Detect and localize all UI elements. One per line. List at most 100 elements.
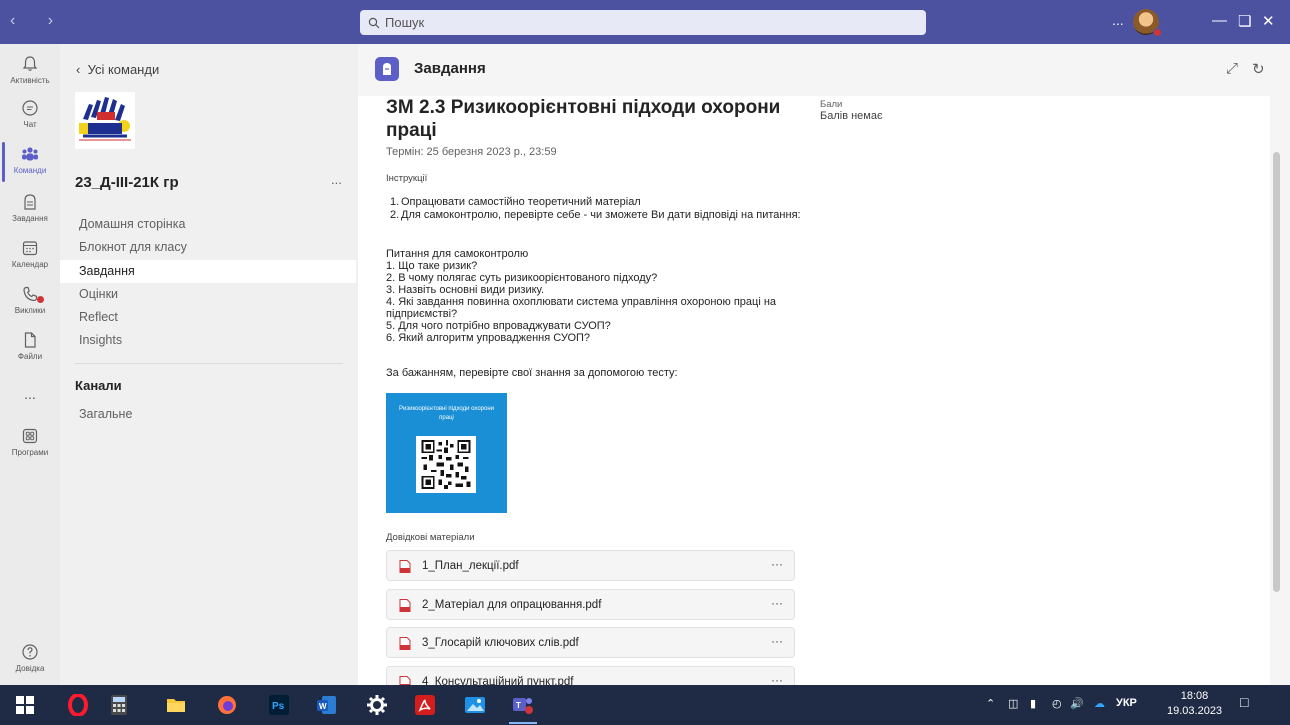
points-label: Бали [820,99,843,110]
test-card-title: Ризикоорієнтовні підходи охорони праці [398,406,494,421]
file-more-button[interactable]: ··· [771,557,783,571]
question: 3. Назвіть основні види ризику. [386,284,545,296]
rail-label: Чат [23,120,37,129]
expand-icon[interactable]: ⤢ [1226,60,1238,77]
active-app-indicator [509,722,537,724]
file-more-button[interactable]: ··· [771,634,783,648]
question: 4. Які завдання повинна охоплювати систе… [386,296,777,320]
nav-assignments[interactable]: Завдання [60,260,356,283]
rail-item-calls[interactable]: Виклики [0,284,60,315]
notifications-icon[interactable]: □ [1240,694,1248,710]
scrollbar-thumb[interactable] [1273,152,1280,592]
qr-code-icon [416,436,476,493]
question: 6. Який алгоритм упровадження СУОП? [386,332,591,344]
refresh-icon[interactable]: ↻ [1252,60,1265,78]
rail-item-calendar[interactable]: Календар [0,238,60,269]
rail-label: Програми [11,448,49,457]
wifi-icon[interactable]: ◴ [1052,697,1062,710]
tray-chevron-up-icon[interactable]: ⌃ [986,697,995,710]
reference-file[interactable]: 1_План_лекції.pdf ··· [386,550,795,581]
taskbar-clock[interactable]: 18:08 19.03.2023 [1167,689,1222,719]
language-indicator[interactable]: УКР [1116,697,1137,709]
calculator-icon[interactable] [108,694,130,716]
rail-item-teams[interactable]: Команди [0,144,60,175]
team-more-button[interactable]: ... [331,172,342,187]
rail-label: Виклики [14,306,46,315]
reference-file[interactable]: 2_Матеріал для опрацювання.pdf ··· [386,589,795,620]
photoshop-icon[interactable]: Ps [268,694,290,716]
nav-home[interactable]: Домашня сторінка [60,213,356,236]
rail-label: Календар [11,260,49,269]
divider [75,363,343,364]
maximize-button[interactable]: ❏ [1238,12,1251,30]
meet-now-icon[interactable]: ◫ [1008,697,1018,710]
rail-item-activity[interactable]: Активність [0,54,60,85]
opera-icon[interactable] [67,694,89,716]
firefox-icon[interactable] [216,694,238,716]
svg-text:T: T [516,701,521,710]
teams-icon [22,147,38,161]
nav-insights[interactable]: Insights [60,329,356,352]
volume-icon[interactable]: 🔊 [1070,697,1084,710]
instructions-label: Інструкції [386,173,428,184]
clock-time: 18:08 [1180,690,1209,702]
file-name: 4_Консультаційний пункт.pdf [422,676,574,685]
rail-item-assignments[interactable]: Завдання [0,192,60,223]
file-name: 3_Глосарій ключових слів.pdf [422,637,579,649]
search-input[interactable]: Пошук [360,10,926,35]
channel-general[interactable]: Загальне [79,407,132,421]
nav-reflect[interactable]: Reflect [60,306,356,329]
pdf-file-icon [399,637,411,650]
calendar-icon [22,241,38,256]
file-more-button[interactable]: ··· [771,596,783,610]
rail-label: Активність [10,76,50,85]
file-more-button[interactable]: ··· [771,673,783,685]
photos-icon[interactable] [464,694,486,716]
teams-taskbar-icon[interactable]: T [512,694,534,716]
points-value: Балів немає [820,110,883,122]
assignment-details: ЗМ 2.3 Ризикоорієнтовні підходи охорони … [358,96,1270,685]
assignment-due-date: Термін: 25 березня 2023 р., 23:59 [386,146,557,158]
windows-start-icon[interactable] [14,694,36,716]
file-name: 2_Матеріал для опрацювання.pdf [422,599,602,611]
nav-grades[interactable]: Оцінки [60,283,356,306]
settings-gear-icon[interactable] [366,694,388,716]
word-icon[interactable]: W [316,694,338,716]
rail-label: Файли [17,352,43,361]
test-qr-image[interactable]: Ризикоорієнтовні підходи охорони праці [386,393,507,513]
rail-item-chat[interactable]: Чат [0,98,60,129]
reference-file[interactable]: 4_Консультаційний пункт.pdf ··· [386,666,795,685]
back-forward-buttons[interactable]: ‹ › [10,12,67,30]
svg-text:W: W [319,702,327,711]
chevron-left-icon: ‹ [76,62,88,77]
reference-materials-label: Довідкові матеріали [386,532,475,543]
all-teams-link[interactable]: ‹ Усі команди [76,62,159,77]
nav-class-notebook[interactable]: Блокнот для класу [60,236,356,259]
reference-file[interactable]: 3_Глосарій ключових слів.pdf ··· [386,627,795,658]
rail-label: Команди [13,166,47,175]
battery-icon[interactable]: ▮ [1030,697,1036,710]
settings-more-button[interactable]: ... [1112,12,1124,28]
questions-heading: Питання для самоконтролю [386,248,529,260]
question: 2. В чому полягає суть ризикоорієнтовано… [386,272,658,284]
instructions-list: 1. Опрацювати самостійно теоретичний мате… [386,196,806,222]
apps-icon [22,428,38,444]
file-name: 1_План_лекції.pdf [422,560,519,572]
file-icon [24,332,36,348]
rail-item-help[interactable]: Довідка [0,642,60,673]
windows-taskbar: Ps W T ⌃ ◫ ▮ ◴ 🔊 ☁ УКР 18:08 19.03.2023 … [0,685,1290,725]
rail-item-more[interactable]: ... [0,386,60,402]
minimize-button[interactable]: — [1212,12,1227,29]
rail-item-apps[interactable]: Програми [0,426,60,457]
pdf-file-icon [399,599,411,612]
onedrive-cloud-icon[interactable]: ☁ [1094,697,1105,710]
rail-label: Довідка [15,664,45,673]
close-button[interactable]: ✕ [1262,12,1275,30]
acrobat-icon[interactable] [414,694,436,716]
search-placeholder: Пошук [385,15,425,30]
title-bar: ‹ › Пошук ... — ❏ ✕ [0,0,1290,44]
question: 1. Що таке ризик? [386,260,478,272]
pdf-file-icon [399,560,411,573]
file-explorer-icon[interactable] [165,694,187,716]
rail-item-files[interactable]: Файли [0,330,60,361]
